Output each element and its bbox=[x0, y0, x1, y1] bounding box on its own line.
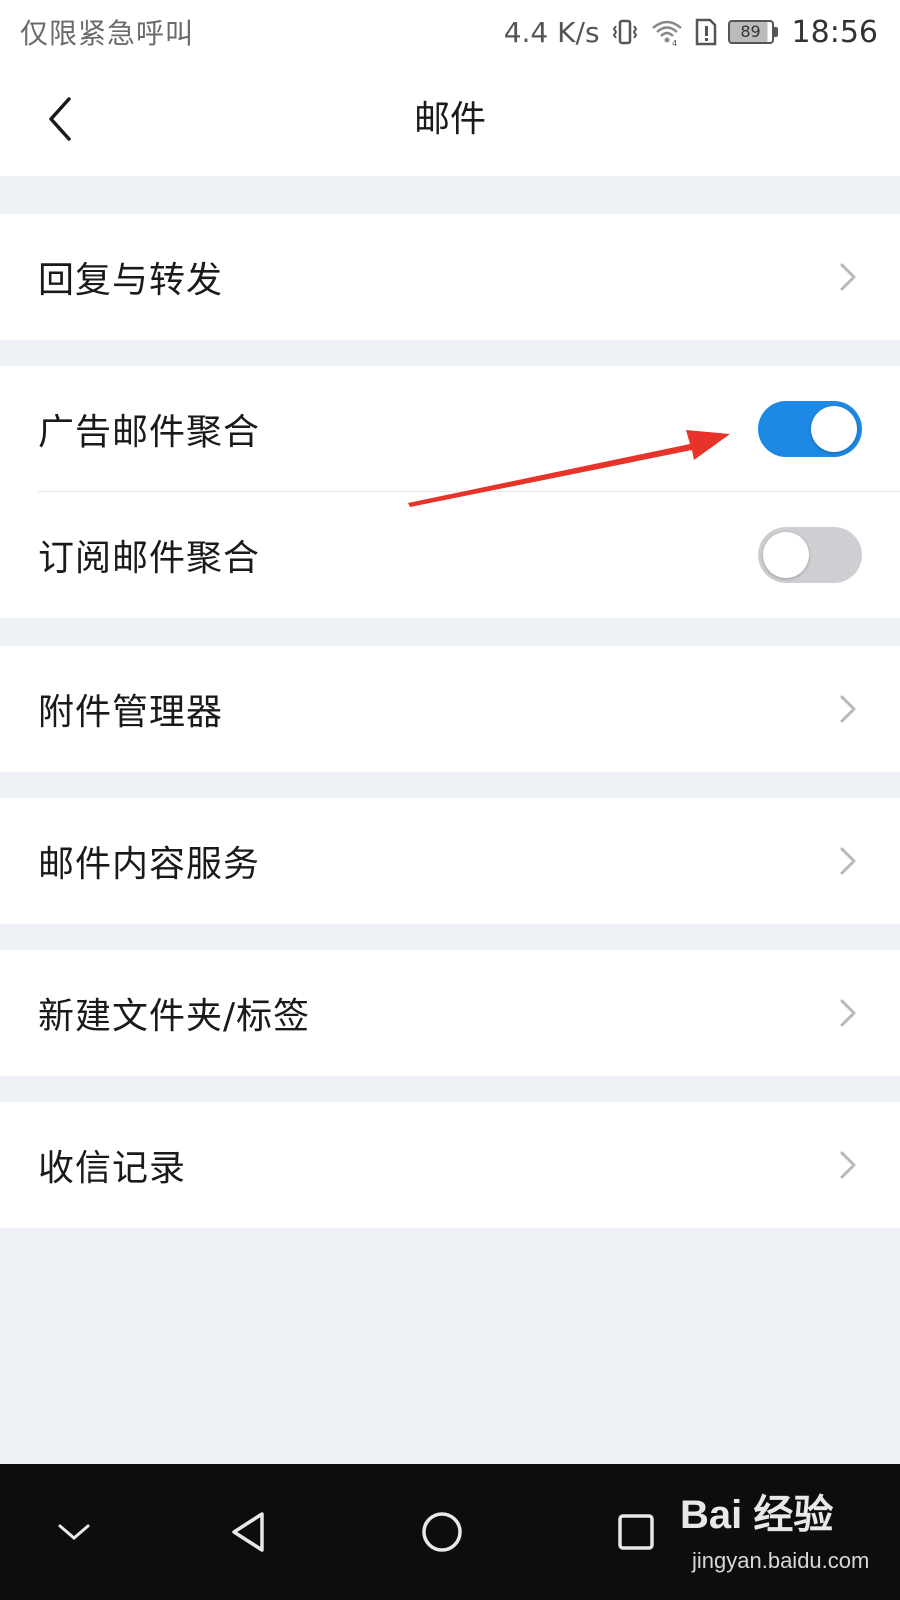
chevron-down-icon bbox=[58, 1524, 90, 1540]
ad-mail-aggregate-label: 广告邮件聚合 bbox=[38, 412, 261, 453]
network-speed: 4.4 K/s bbox=[503, 15, 600, 49]
settings-group-folder: 新建文件夹/标签 bbox=[0, 950, 900, 1076]
new-folder-label-row[interactable]: 新建文件夹/标签 bbox=[0, 950, 900, 1076]
watermark-logo: Bai 经验 bbox=[680, 1493, 834, 1537]
status-indicators: 4.4 K/s 4 89 18:56 bbox=[504, 15, 878, 50]
page-title: 邮件 bbox=[413, 99, 486, 140]
settings-group-attachment: 附件管理器 bbox=[0, 646, 900, 772]
nav-recents-button[interactable] bbox=[606, 1502, 666, 1562]
mail-content-service-row[interactable]: 邮件内容服务 bbox=[0, 798, 900, 924]
ad-mail-aggregate-row: 广告邮件聚合 bbox=[0, 366, 900, 492]
square-recents-icon bbox=[618, 1514, 654, 1550]
attachment-manager-row[interactable]: 附件管理器 bbox=[0, 646, 900, 772]
vibrate-icon bbox=[610, 17, 640, 47]
circle-home-icon bbox=[422, 1512, 462, 1552]
subscription-aggregate-label: 订阅邮件聚合 bbox=[38, 538, 261, 579]
watermark-url: jingyan.baidu.com bbox=[692, 1548, 870, 1573]
triangle-back-icon bbox=[232, 1512, 264, 1552]
clock: 18:56 bbox=[791, 14, 878, 50]
nav-back-button[interactable] bbox=[218, 1502, 278, 1562]
new-folder-label-label: 新建文件夹/标签 bbox=[38, 996, 311, 1037]
nav-header: 邮件 bbox=[0, 64, 900, 176]
sim-alert-icon bbox=[694, 17, 718, 47]
receive-log-label: 收信记录 bbox=[38, 1148, 187, 1189]
baidu-watermark: Bai 经验 jingyan.baidu.com bbox=[678, 1472, 888, 1592]
settings-group-content-service: 邮件内容服务 bbox=[0, 798, 900, 924]
chevron-left-icon bbox=[49, 97, 71, 141]
reply-forward-label: 回复与转发 bbox=[38, 260, 224, 301]
chevron-right-icon bbox=[838, 997, 858, 1029]
receive-log-row[interactable]: 收信记录 bbox=[0, 1102, 900, 1228]
settings-group-aggregate: 广告邮件聚合 订阅邮件聚合 bbox=[0, 366, 900, 618]
battery-level: 89 bbox=[727, 20, 774, 44]
status-bar: 仅限紧急呼叫 4.4 K/s 4 89 18:56 bbox=[0, 0, 900, 64]
chevron-right-icon bbox=[838, 845, 858, 877]
nav-collapse-button[interactable] bbox=[44, 1502, 104, 1562]
chevron-right-icon bbox=[838, 261, 858, 293]
svg-text:4: 4 bbox=[672, 39, 677, 47]
carrier-status: 仅限紧急呼叫 bbox=[20, 17, 195, 50]
subscription-aggregate-toggle[interactable] bbox=[758, 527, 862, 583]
battery-icon: 89 bbox=[727, 20, 778, 44]
attachment-manager-label: 附件管理器 bbox=[38, 692, 224, 733]
ad-mail-aggregate-toggle[interactable] bbox=[758, 401, 862, 457]
subscription-aggregate-row: 订阅邮件聚合 bbox=[0, 492, 900, 618]
wifi-icon: 4 bbox=[650, 17, 684, 47]
chevron-right-icon bbox=[838, 693, 858, 725]
mail-content-service-label: 邮件内容服务 bbox=[38, 844, 261, 885]
settings-group-receive-log: 收信记录 bbox=[0, 1102, 900, 1228]
chevron-right-icon bbox=[838, 1149, 858, 1181]
back-button[interactable] bbox=[30, 86, 90, 152]
settings-group-reply: 回复与转发 bbox=[0, 214, 900, 340]
reply-forward-row[interactable]: 回复与转发 bbox=[0, 214, 900, 340]
nav-home-button[interactable] bbox=[412, 1502, 472, 1562]
